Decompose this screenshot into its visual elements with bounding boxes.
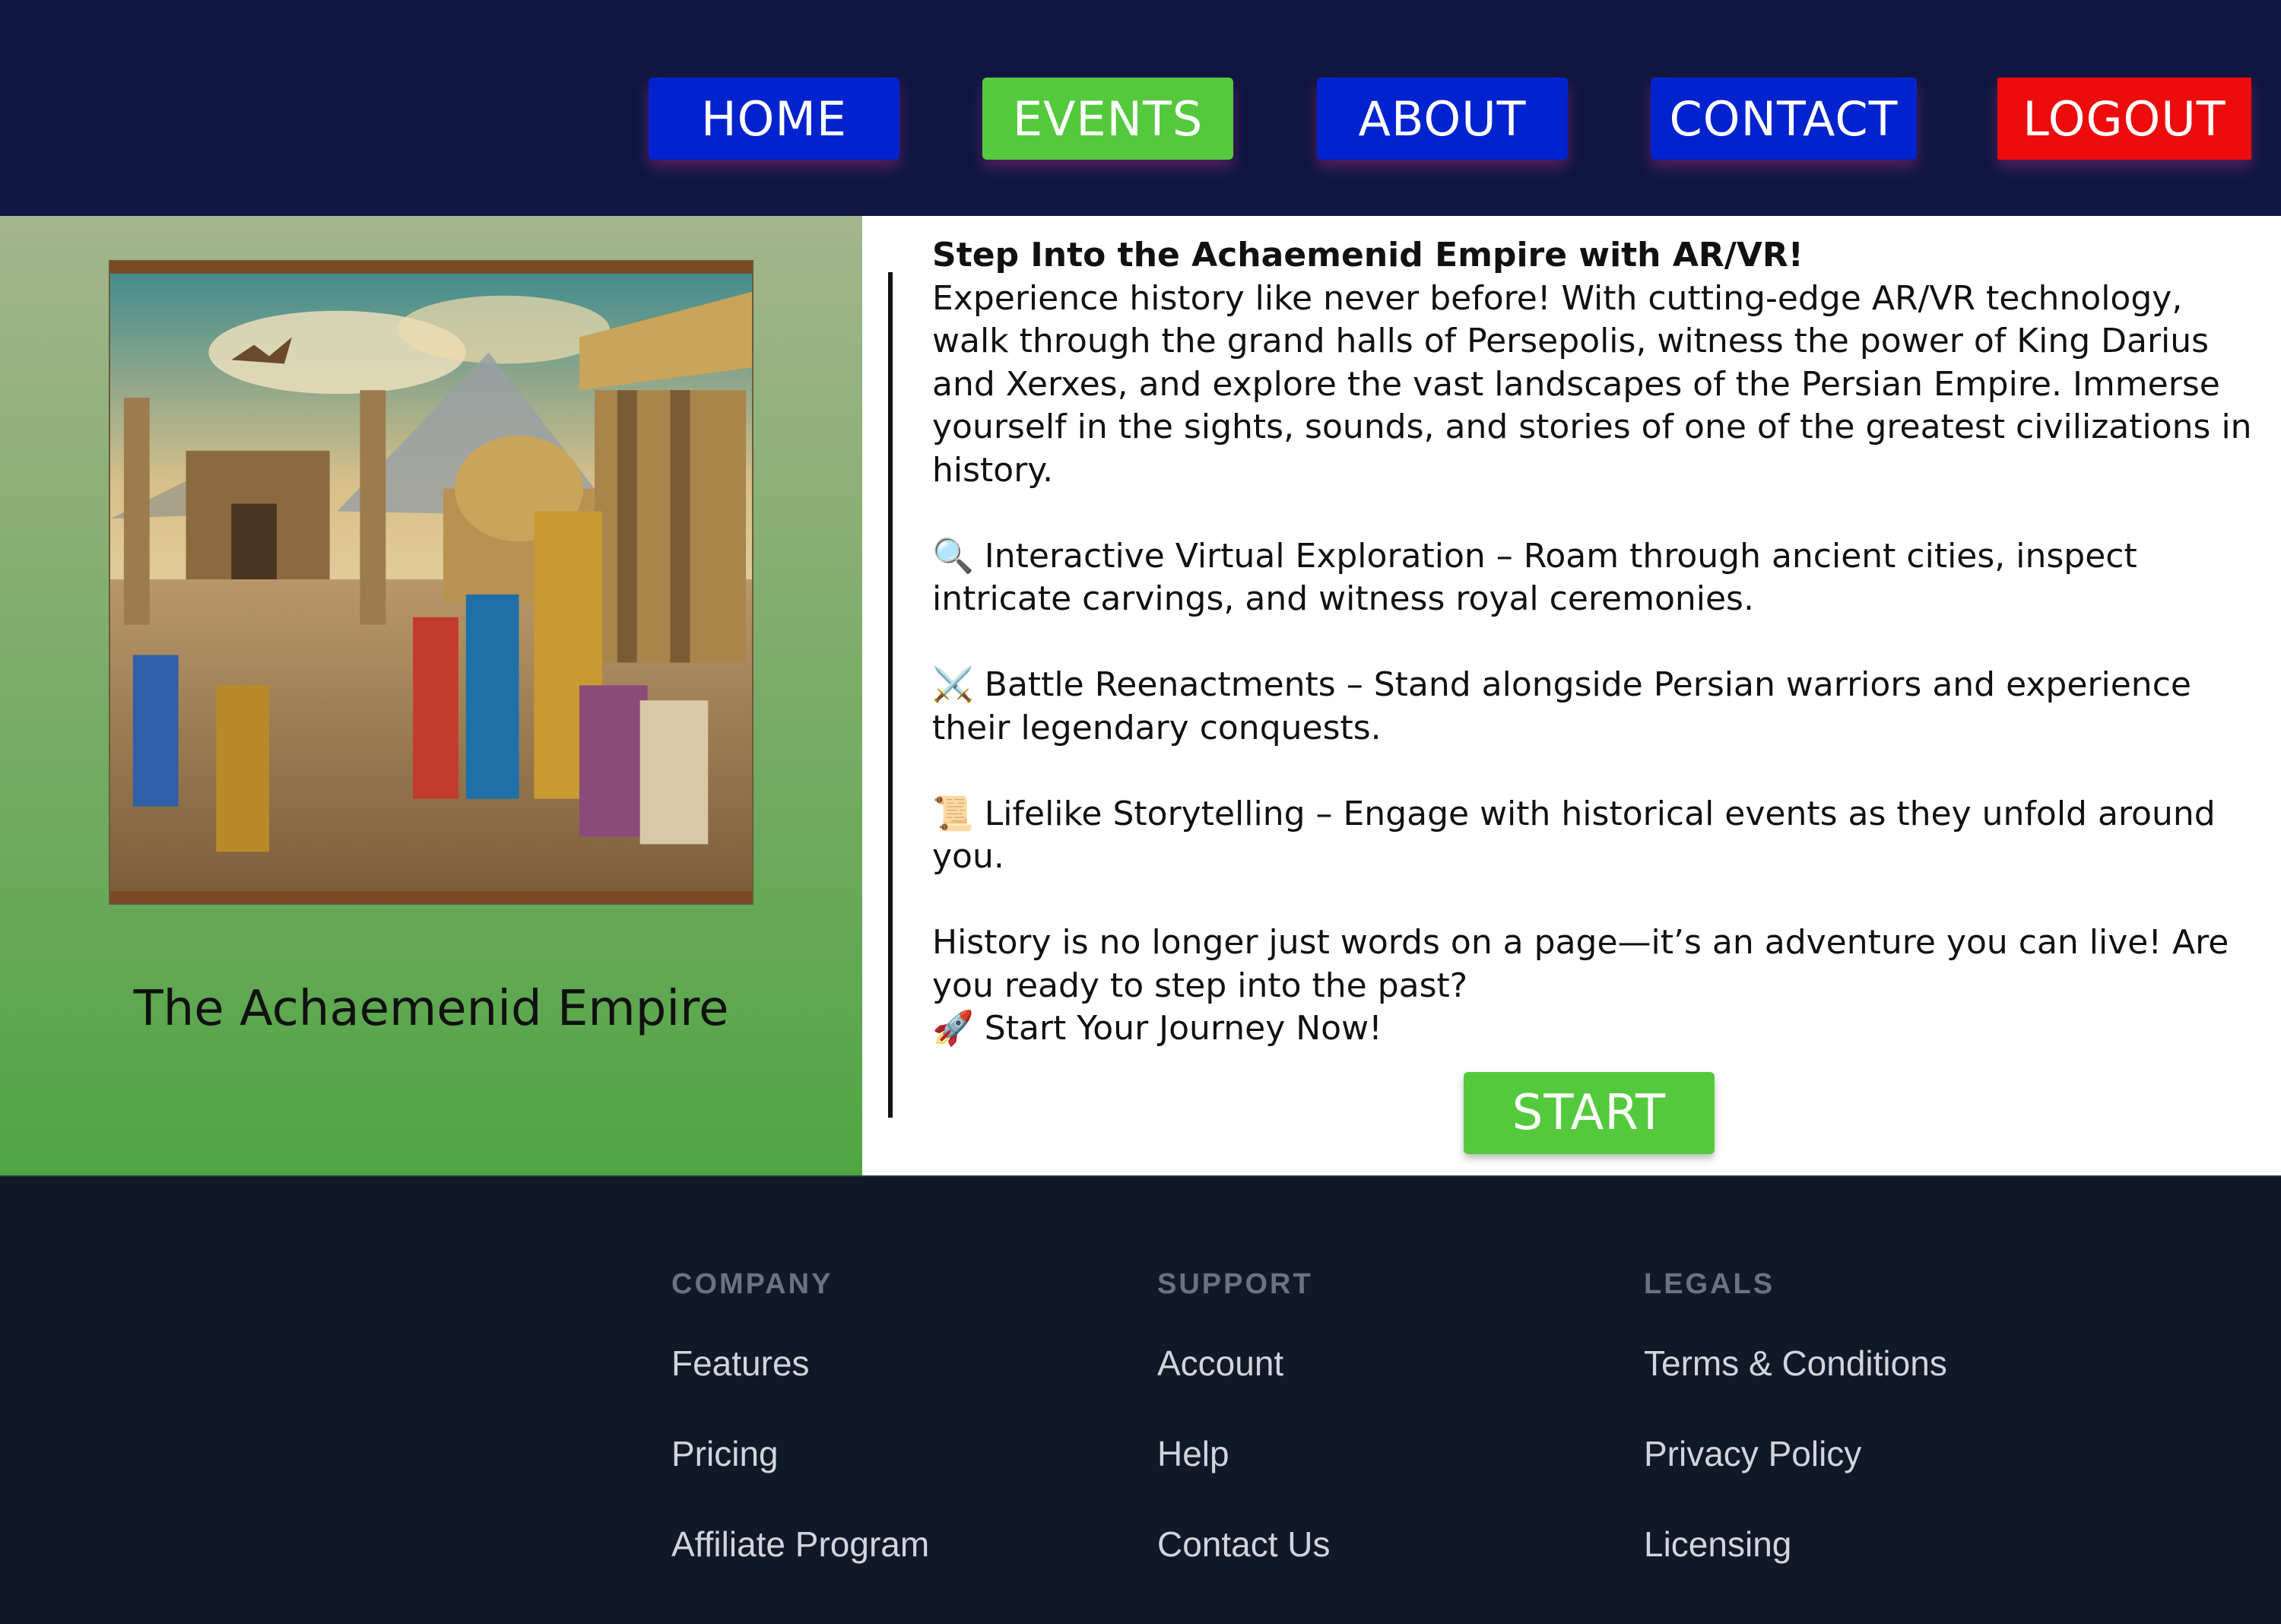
footer-link-account[interactable]: Account <box>1157 1343 1331 1385</box>
footer-link-licensing[interactable]: Licensing <box>1644 1524 1947 1565</box>
nav-home-button[interactable]: HOME <box>649 78 899 160</box>
footer-column-company: COMPANY Features Pricing Affiliate Progr… <box>671 1268 929 1614</box>
article-body: Step Into the Achaemenid Empire with AR/… <box>932 234 2255 1051</box>
footer-heading-legals: LEGALS <box>1644 1268 1775 1300</box>
feature-exploration: 🔍 Interactive Virtual Exploration – Roam… <box>932 536 2137 619</box>
nav-events-button[interactable]: EVENTS <box>982 78 1233 160</box>
footer-link-help[interactable]: Help <box>1157 1433 1331 1475</box>
footer-link-contact-us[interactable]: Contact Us <box>1157 1524 1331 1565</box>
footer-column-legals: LEGALS Terms & Conditions Privacy Policy… <box>1644 1268 1947 1614</box>
hero-title: The Achaemenid Empire <box>133 981 729 1037</box>
nav-about-button[interactable]: ABOUT <box>1317 78 1568 160</box>
feature-battle: ⚔️ Battle Reenactments – Stand alongside… <box>932 665 2191 747</box>
footer-heading-support: SUPPORT <box>1157 1268 1313 1300</box>
article-closing: History is no longer just words on a pag… <box>932 923 2229 1005</box>
footer-heading-company: COMPANY <box>671 1268 833 1300</box>
article-cta: 🚀 Start Your Journey Now! <box>932 1009 1382 1048</box>
footer-column-support: SUPPORT Account Help Contact Us <box>1157 1268 1331 1614</box>
article-heading: Step Into the Achaemenid Empire with AR/… <box>932 236 1804 274</box>
feature-storytelling: 📜 Lifelike Storytelling – Engage with hi… <box>932 794 2216 877</box>
footer-link-privacy-policy[interactable]: Privacy Policy <box>1644 1433 1947 1475</box>
footer-link-affiliate-program[interactable]: Affiliate Program <box>671 1524 929 1565</box>
hero-panel: The Achaemenid Empire <box>0 216 862 1175</box>
article-intro: Experience history like never before! Wi… <box>932 278 2252 490</box>
footer-link-pricing[interactable]: Pricing <box>671 1433 929 1475</box>
footer-link-features[interactable]: Features <box>671 1343 929 1385</box>
vertical-divider <box>888 272 893 1118</box>
nav-contact-button[interactable]: CONTACT <box>1651 78 1917 160</box>
footer-link-terms[interactable]: Terms & Conditions <box>1644 1343 1947 1385</box>
achaemenid-empire-illustration <box>109 260 753 905</box>
site-footer: COMPANY Features Pricing Affiliate Progr… <box>0 1175 2281 1624</box>
start-button[interactable]: START <box>1464 1072 1715 1154</box>
top-nav-bar: HOME EVENTS ABOUT CONTACT LOGOUT <box>0 0 2281 216</box>
nav-logout-button[interactable]: LOGOUT <box>1997 78 2251 160</box>
